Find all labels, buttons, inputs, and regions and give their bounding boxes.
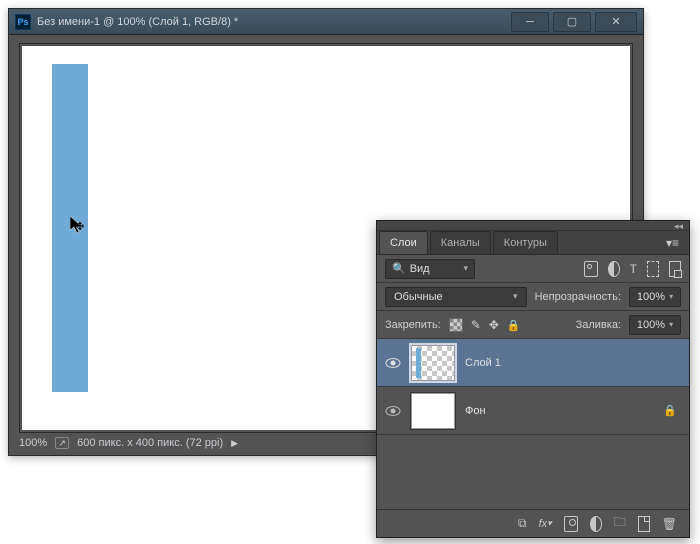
filter-type-label: Вид	[410, 263, 430, 275]
zoom-level[interactable]: 100%	[19, 437, 47, 449]
panel-menu-icon[interactable]: ▾≡	[662, 232, 683, 254]
blend-mode-value: Обычные	[394, 291, 443, 303]
minimize-button[interactable]: ─	[511, 12, 549, 32]
fill-input[interactable]: 100% ▾	[629, 315, 681, 335]
blend-mode-select[interactable]: Обычные ▾	[385, 287, 527, 307]
add-mask-icon[interactable]	[564, 516, 578, 532]
link-layers-icon[interactable]	[518, 516, 527, 532]
chevron-down-icon: ▾	[513, 291, 518, 302]
close-button[interactable]: ✕	[595, 12, 637, 32]
chevron-down-icon: ▾	[669, 292, 673, 301]
tab-paths[interactable]: Контуры	[493, 231, 558, 254]
panel-grip[interactable]: ◂◂	[377, 221, 689, 231]
tab-channels[interactable]: Каналы	[430, 231, 491, 254]
layer-filter-row: 🔍 Вид ▾ T	[377, 255, 689, 283]
new-layer-icon[interactable]	[638, 516, 650, 532]
shape-rectangle[interactable]	[52, 64, 88, 392]
filter-type-icon[interactable]: T	[630, 261, 637, 277]
search-icon: 🔍	[392, 262, 406, 275]
chevron-down-icon: ▾	[669, 320, 673, 329]
tab-layers[interactable]: Слои	[379, 231, 428, 254]
go-icon[interactable]: ↗	[55, 437, 69, 449]
panel-footer: fx▾	[377, 509, 689, 537]
fill-value: 100%	[637, 319, 665, 331]
layer-row[interactable]: Слой 1	[377, 339, 689, 387]
delete-layer-icon[interactable]	[662, 516, 677, 532]
lock-pixels-icon[interactable]	[471, 318, 481, 332]
chevron-updown-icon: ▾	[463, 263, 468, 274]
layer-style-icon[interactable]: fx▾	[539, 516, 552, 532]
collapse-icon[interactable]: ◂◂	[674, 221, 683, 232]
fill-label: Заливка:	[576, 319, 621, 331]
filter-adjustment-icon[interactable]	[608, 261, 620, 277]
new-group-icon[interactable]	[614, 516, 626, 532]
lock-transparency-icon[interactable]	[449, 318, 463, 332]
lock-all-icon[interactable]	[507, 318, 521, 332]
panel-tabs: Слои Каналы Контуры ▾≡	[377, 231, 689, 255]
blend-row: Обычные ▾ Непрозрачность: 100% ▾	[377, 283, 689, 311]
lock-row: Закрепить: Заливка: 100% ▾	[377, 311, 689, 339]
filter-shape-icon[interactable]	[647, 261, 659, 277]
maximize-button[interactable]: ▢	[553, 12, 591, 32]
adjustment-layer-icon[interactable]	[590, 516, 602, 532]
opacity-label: Непрозрачность:	[535, 291, 621, 303]
visibility-toggle[interactable]	[385, 405, 401, 417]
layer-thumbnail[interactable]	[411, 345, 455, 381]
layer-row[interactable]: Фон 🔒	[377, 387, 689, 435]
lock-label: Закрепить:	[385, 319, 441, 331]
document-info: 600 пикс. x 400 пикс. (72 ppi)	[77, 437, 223, 449]
lock-icon: 🔒	[663, 404, 677, 417]
visibility-toggle[interactable]	[385, 357, 401, 369]
filter-type-select[interactable]: 🔍 Вид ▾	[385, 259, 475, 279]
document-title: Без имени-1 @ 100% (Слой 1, RGB/8) *	[37, 16, 511, 28]
opacity-input[interactable]: 100% ▾	[629, 287, 681, 307]
photoshop-icon: Ps	[15, 14, 31, 30]
layer-name[interactable]: Фон	[465, 405, 653, 417]
layer-thumbnail[interactable]	[411, 393, 455, 429]
layers-list: Слой 1 Фон 🔒	[377, 339, 689, 435]
opacity-value: 100%	[637, 291, 665, 303]
titlebar: Ps Без имени-1 @ 100% (Слой 1, RGB/8) * …	[9, 9, 643, 35]
lock-position-icon[interactable]	[489, 318, 499, 332]
filter-smart-icon[interactable]	[669, 261, 681, 277]
info-menu-icon[interactable]: ▶	[231, 438, 238, 449]
layers-panel: ◂◂ Слои Каналы Контуры ▾≡ 🔍 Вид ▾ T Обыч…	[376, 220, 690, 538]
layer-name[interactable]: Слой 1	[465, 357, 681, 369]
filter-pixel-icon[interactable]	[584, 261, 598, 277]
